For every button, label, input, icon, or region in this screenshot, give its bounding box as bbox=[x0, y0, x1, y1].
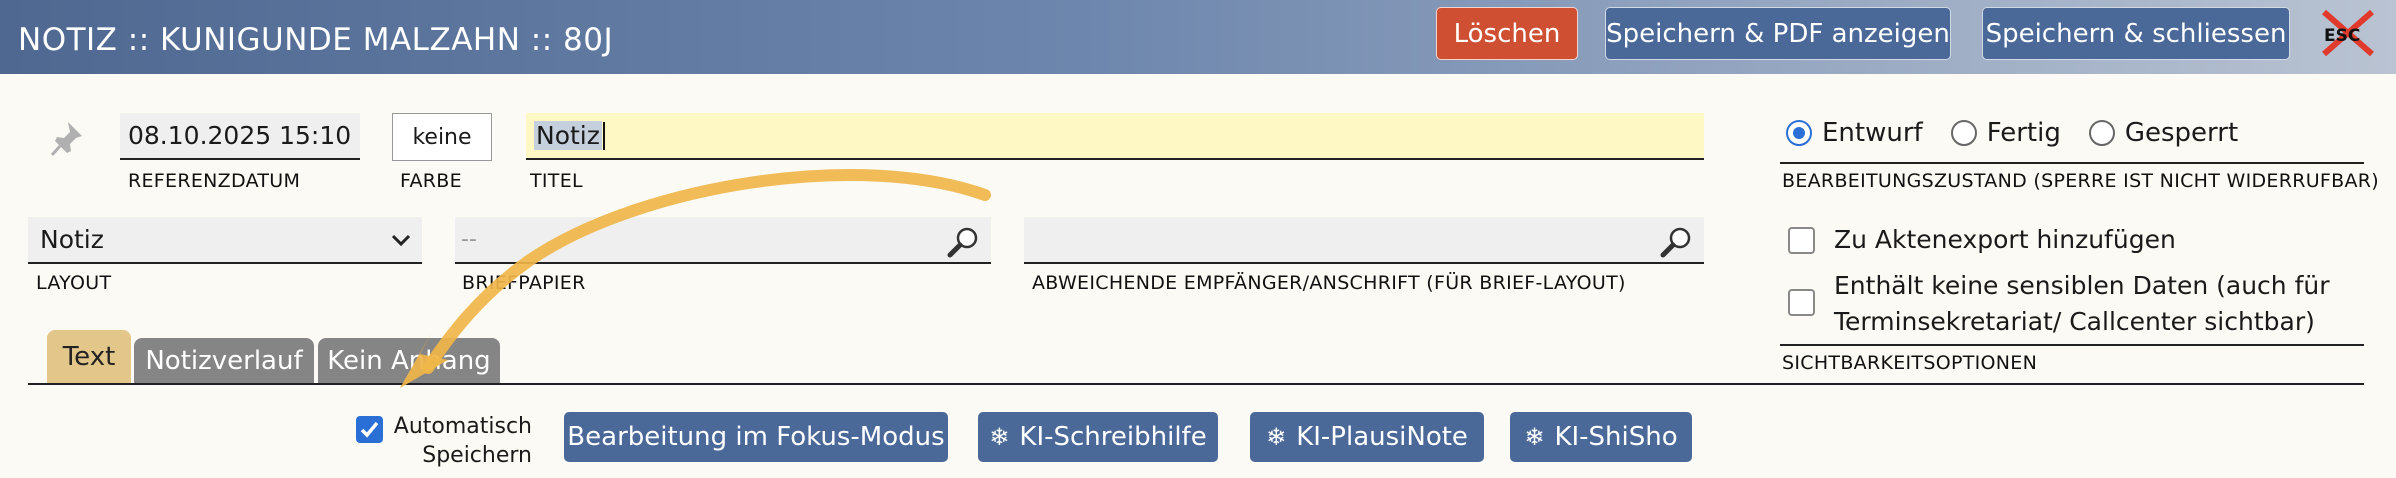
layout-value: Notiz bbox=[40, 225, 104, 254]
autosave-label: Automatisch Speichern bbox=[392, 412, 532, 470]
radio-unselected[interactable] bbox=[1950, 120, 1977, 146]
status-option-entwurf[interactable]: Entwurf bbox=[1786, 118, 1923, 148]
layout-label: LAYOUT bbox=[36, 272, 112, 294]
magnifier-icon[interactable] bbox=[1660, 225, 1694, 259]
delete-button[interactable]: Löschen bbox=[1436, 7, 1578, 60]
status-option-label: Gesperrt bbox=[2124, 118, 2239, 148]
status-option-label: Entwurf bbox=[1822, 118, 1923, 148]
snowflake-icon: ❄ bbox=[989, 423, 1010, 451]
recipient-field[interactable] bbox=[1024, 217, 1704, 264]
color-label: FARBE bbox=[400, 170, 462, 192]
header-bar: NOTIZ :: KUNIGUNDE MALZAHN :: 80J Lösche… bbox=[0, 0, 2396, 74]
sensitive-checkbox[interactable] bbox=[1788, 289, 1815, 316]
chevron-down-icon bbox=[391, 234, 411, 247]
focus-mode-button[interactable]: Bearbeitung im Fokus-Modus bbox=[564, 412, 948, 462]
tab-kein-anhang[interactable]: Kein Anhang bbox=[318, 338, 500, 384]
snowflake-icon: ❄ bbox=[1266, 423, 1287, 451]
ki-plausinote-button[interactable]: ❄ KI-PlausiNote bbox=[1250, 412, 1484, 462]
ki-shisho-button[interactable]: ❄ KI-ShiSho bbox=[1510, 412, 1692, 462]
letterhead-field[interactable]: -- bbox=[455, 217, 991, 264]
magnifier-icon[interactable] bbox=[947, 225, 981, 259]
status-option-gesperrt[interactable]: Gesperrt bbox=[2088, 118, 2239, 148]
window-title: NOTIZ :: KUNIGUNDE MALZAHN :: 80J bbox=[18, 22, 614, 58]
color-button[interactable]: keine bbox=[392, 113, 492, 161]
snowflake-icon: ❄ bbox=[1524, 423, 1545, 451]
pin-icon[interactable] bbox=[50, 120, 84, 158]
ki-shisho-label: KI-ShiSho bbox=[1554, 422, 1678, 452]
divider bbox=[1780, 344, 2364, 346]
visibility-label: SICHTBARKEITSOPTIONEN bbox=[1782, 352, 2038, 374]
status-option-label: Fertig bbox=[1986, 118, 2061, 148]
esc-close-button[interactable]: ESC bbox=[2316, 8, 2380, 58]
radio-selected[interactable] bbox=[1786, 120, 1812, 146]
save-close-button[interactable]: Speichern & schliessen bbox=[1982, 7, 2290, 60]
reference-date-label: REFERENZDATUM bbox=[128, 170, 301, 192]
ki-schreibhilfe-label: KI-Schreibhilfe bbox=[1019, 422, 1207, 452]
sensitive-label-line2: Terminsekretariat/ Callcenter sichtbar) bbox=[1834, 307, 2315, 336]
letterhead-label: BRIEFPAPIER bbox=[462, 272, 586, 294]
autosave-label-line1: Automatisch bbox=[393, 414, 532, 439]
save-pdf-button[interactable]: Speichern & PDF anzeigen bbox=[1605, 7, 1951, 60]
title-label: TITEL bbox=[530, 170, 583, 192]
reference-date-field[interactable]: 08.10.2025 15:10 bbox=[120, 113, 360, 160]
tab-text[interactable]: Text bbox=[47, 330, 131, 384]
status-label: BEARBEITUNGSZUSTAND (SPERRE IST NICHT WI… bbox=[1782, 170, 2380, 192]
tab-divider bbox=[28, 383, 2364, 385]
ki-schreibhilfe-button[interactable]: ❄ KI-Schreibhilfe bbox=[978, 412, 1218, 462]
recipient-label: ABWEICHENDE EMPFÄNGER/ANSCHRIFT (FÜR BRI… bbox=[1032, 272, 1626, 294]
tab-notizverlauf[interactable]: Notizverlauf bbox=[134, 338, 314, 384]
divider bbox=[1780, 162, 2364, 164]
autosave-checkbox[interactable] bbox=[356, 416, 383, 443]
title-value: Notiz bbox=[534, 121, 602, 150]
sensitive-label-line1: Enthält keine sensiblen Daten (auch für bbox=[1834, 271, 2330, 300]
status-radio-group: Entwurf Fertig Gesperrt bbox=[1786, 118, 2266, 148]
export-label: Zu Aktenexport hinzufügen bbox=[1834, 225, 2176, 254]
esc-label: ESC bbox=[2324, 26, 2361, 46]
text-caret bbox=[602, 121, 605, 150]
letterhead-value: -- bbox=[461, 227, 477, 252]
ki-plausinote-label: KI-PlausiNote bbox=[1296, 422, 1468, 452]
title-field[interactable]: Notiz bbox=[526, 113, 1704, 160]
layout-select[interactable]: Notiz bbox=[28, 217, 422, 264]
radio-unselected[interactable] bbox=[2088, 120, 2115, 146]
status-option-fertig[interactable]: Fertig bbox=[1950, 118, 2061, 148]
export-checkbox[interactable] bbox=[1788, 227, 1815, 254]
autosave-label-line2: Speichern bbox=[422, 443, 532, 468]
checkmark-icon bbox=[360, 421, 379, 438]
